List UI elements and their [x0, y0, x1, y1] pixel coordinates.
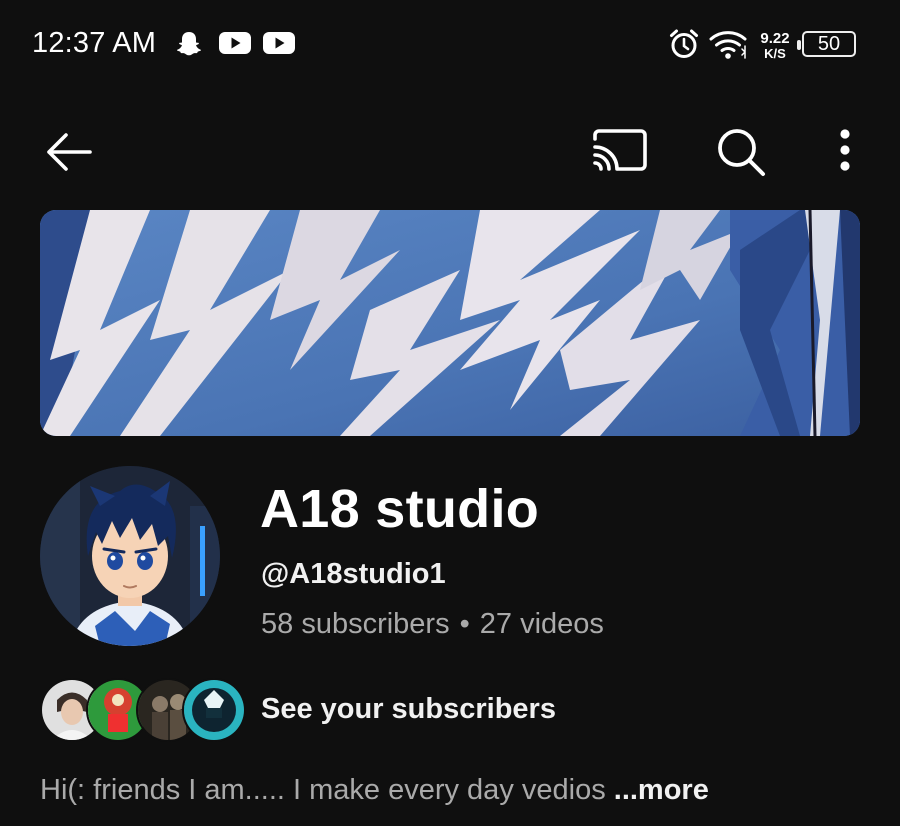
status-bar: 12:37 AM 9.22 K/S 50 [0, 0, 900, 92]
alarm-icon [670, 29, 698, 58]
stats-separator: • [459, 608, 470, 640]
subscriber-avatar [182, 678, 246, 742]
snapchat-icon [177, 32, 201, 56]
subscriber-avatars[interactable] [40, 678, 246, 742]
youtube-icon [219, 32, 251, 54]
see-subscribers-link[interactable]: See your subscribers [261, 693, 556, 726]
battery-level: 50 [817, 33, 841, 55]
channel-stats: 58 subscribers • 27 videos [261, 608, 604, 641]
banner-artwork [40, 210, 860, 436]
network-speed-unit: K/S [764, 46, 786, 61]
channel-description[interactable]: Hi(: friends I am..... I make every day … [40, 774, 709, 807]
wifi-icon [709, 31, 747, 59]
more-link[interactable]: ...more [614, 774, 709, 806]
channel-handle: @A18studio1 [261, 558, 446, 590]
network-speed: 9.22 K/S [755, 31, 795, 61]
back-arrow-icon[interactable] [44, 130, 94, 174]
battery-nub [797, 40, 801, 50]
video-count: 27 videos [479, 608, 604, 640]
description-text: Hi(: friends I am..... I make every day … [40, 774, 614, 806]
avatar-illustration [40, 466, 220, 646]
search-icon[interactable] [714, 126, 768, 178]
more-vert-icon[interactable] [832, 127, 858, 173]
status-time: 12:37 AM [32, 27, 157, 59]
channel-banner [40, 210, 860, 436]
channel-name: A18 studio [260, 479, 540, 539]
subscriber-count: 58 subscribers [261, 608, 450, 640]
network-speed-value: 9.22 [760, 30, 790, 47]
channel-avatar[interactable] [40, 466, 220, 646]
battery-icon: 50 [797, 31, 856, 57]
youtube-icon [263, 32, 295, 54]
cast-icon[interactable] [590, 127, 648, 173]
